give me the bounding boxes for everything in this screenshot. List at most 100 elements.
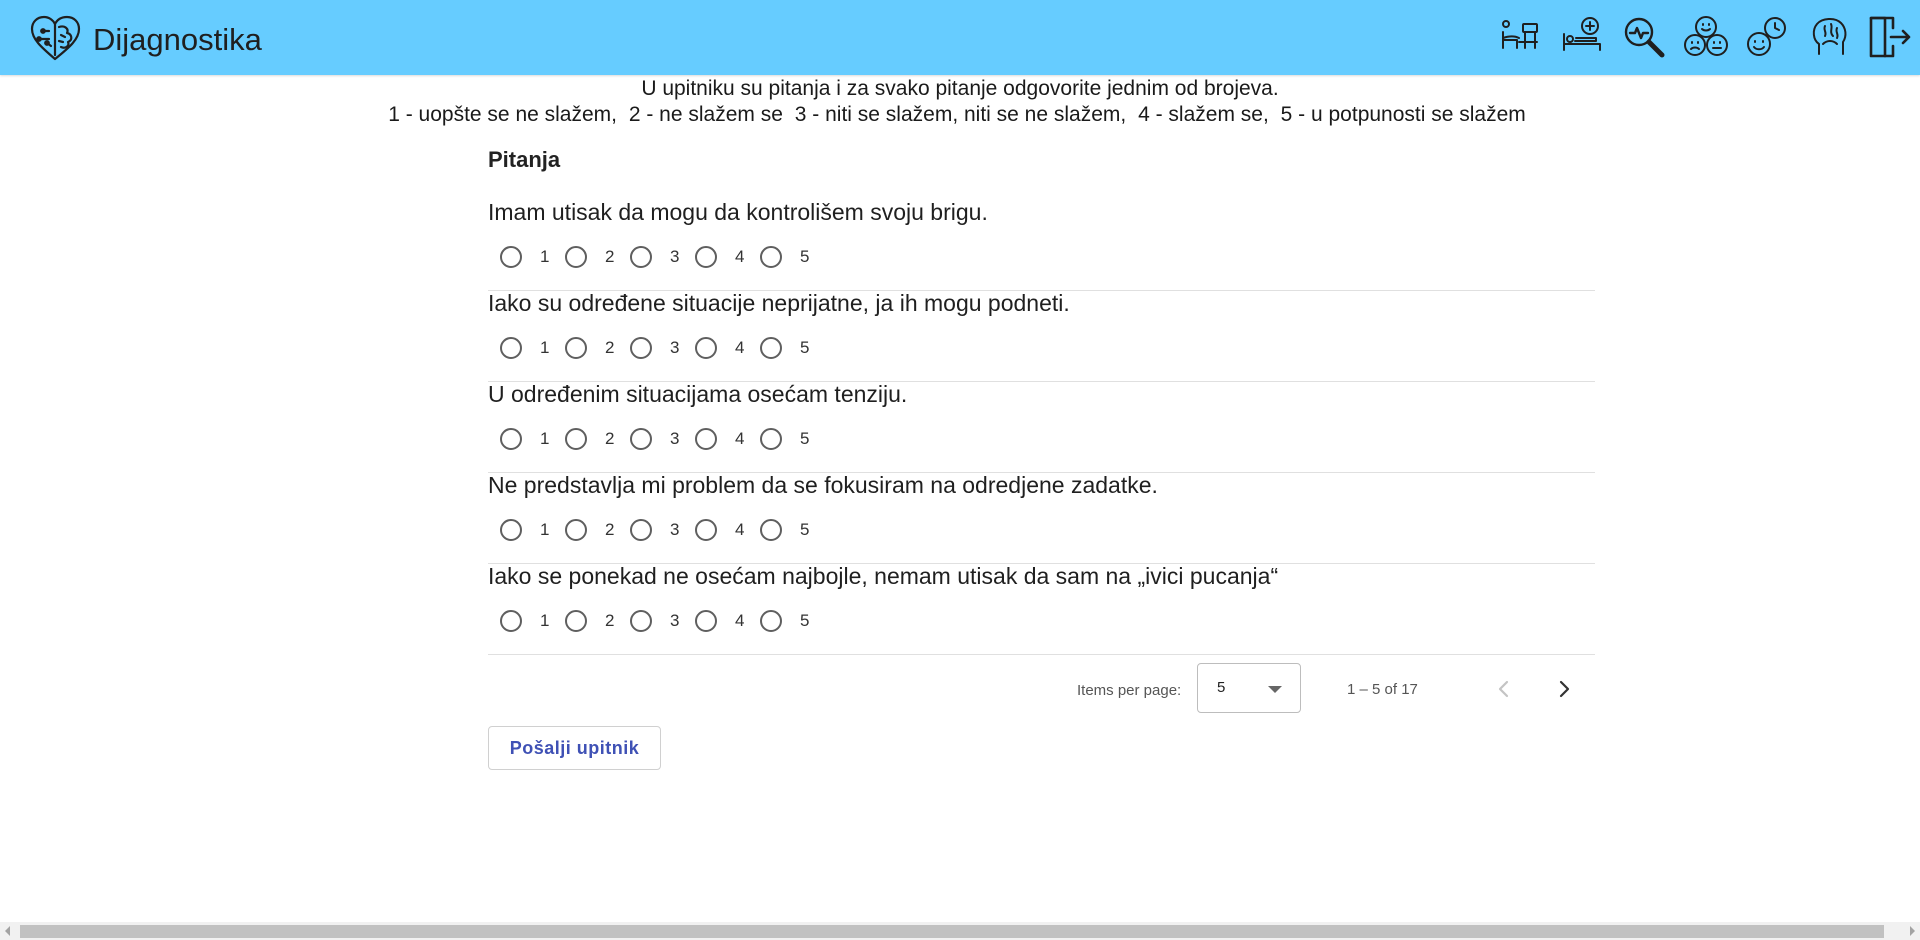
previous-page-button[interactable] [1486,671,1522,707]
scale-item-3: 3 - niti se slažem, niti se ne slažem, [794,103,1127,126]
answer-option-5[interactable]: 5 [760,517,820,547]
radio-button[interactable] [695,519,717,541]
radio-button[interactable] [695,610,717,632]
option-label: 4 [735,247,745,266]
radio-button[interactable] [760,246,782,268]
radio-button[interactable] [695,337,717,359]
scroll-left-icon[interactable] [5,926,10,936]
instructions: U upitniku su pitanja i za svako pitanje… [0,76,1920,128]
answer-option-1[interactable]: 1 [500,335,560,365]
scroll-right-icon[interactable] [1910,926,1915,936]
question-item: U određenim situacijama osećam tenziju. 1… [488,381,1595,473]
radio-button[interactable] [500,337,522,359]
answer-option-3[interactable]: 3 [630,244,690,274]
radio-button[interactable] [565,519,587,541]
answer-option-3[interactable]: 3 [630,335,690,365]
option-label: 4 [735,338,745,357]
scale-item-1: 1 - uopšte se ne slažem, [388,103,617,126]
answer-option-2[interactable]: 2 [565,517,625,547]
option-label: 5 [800,338,810,357]
radio-button[interactable] [500,519,522,541]
horizontal-scrollbar[interactable] [0,922,1920,940]
option-label: 4 [735,611,745,630]
radio-button[interactable] [760,337,782,359]
option-label: 1 [540,520,550,539]
answer-option-2[interactable]: 2 [565,426,625,456]
radio-button[interactable] [630,246,652,268]
scale-item-5: 5 - u potpunosti se slažem [1280,103,1526,126]
app-title: Dijagnostika [93,22,262,57]
rating-scale-legend: 1 - uopšte se ne slažem, 2 - ne slažem s… [0,102,1920,128]
radio-button[interactable] [630,519,652,541]
question-text: Imam utisak da mogu da kontrolišem svoju… [488,199,988,225]
radio-button[interactable] [565,428,587,450]
radio-button[interactable] [565,610,587,632]
option-label: 2 [605,247,615,266]
mood-history-icon[interactable] [1745,14,1791,60]
answer-option-2[interactable]: 2 [565,335,625,365]
radio-button[interactable] [500,246,522,268]
option-label: 5 [800,611,810,630]
option-label: 1 [540,429,550,448]
answer-option-1[interactable]: 1 [500,426,560,456]
answer-option-4[interactable]: 4 [695,426,755,456]
radio-button[interactable] [630,337,652,359]
radio-button[interactable] [565,246,587,268]
answer-option-5[interactable]: 5 [760,335,820,365]
answer-option-3[interactable]: 3 [630,608,690,638]
next-page-button[interactable] [1546,671,1582,707]
brain-heart-icon [29,15,82,62]
option-label: 1 [540,247,550,266]
answer-option-4[interactable]: 4 [695,335,755,365]
answer-option-1[interactable]: 1 [500,608,560,638]
radio-button[interactable] [760,610,782,632]
search-diagnosis-icon[interactable] [1621,14,1667,60]
option-label: 2 [605,338,615,357]
option-label: 5 [800,429,810,448]
option-label: 3 [670,247,680,266]
radio-button[interactable] [760,428,782,450]
radio-button[interactable] [500,428,522,450]
page-size-value: 5 [1217,679,1226,696]
question-item: Imam utisak da mogu da kontrolišem svoju… [488,199,1595,291]
logout-icon[interactable] [1867,14,1913,60]
radio-button[interactable] [500,610,522,632]
radio-button[interactable] [760,519,782,541]
answer-option-5[interactable]: 5 [760,244,820,274]
dropdown-arrow-icon [1268,686,1282,693]
page-range-label: 1 – 5 of 17 [1347,681,1418,698]
page-size-select[interactable]: 5 [1197,663,1301,713]
answer-option-1[interactable]: 1 [500,244,560,274]
therapy-couch-icon[interactable] [1497,14,1543,60]
emotions-faces-icon[interactable] [1683,14,1729,60]
option-label: 2 [605,520,615,539]
radio-button[interactable] [565,337,587,359]
answer-option-4[interactable]: 4 [695,244,755,274]
chevron-left-icon [1498,680,1509,698]
answer-option-3[interactable]: 3 [630,517,690,547]
option-label: 4 [735,520,745,539]
top-bar: Dijagnostika [0,0,1920,75]
scrollbar-thumb[interactable] [20,925,1884,938]
question-text: Ne predstavlja mi problem da se fokusira… [488,472,1158,498]
option-label: 3 [670,338,680,357]
radio-button[interactable] [695,246,717,268]
option-label: 5 [800,520,810,539]
question-text: U određenim situacijama osećam tenziju. [488,381,908,407]
radio-button[interactable] [630,428,652,450]
answer-option-5[interactable]: 5 [760,426,820,456]
brain-hand-icon[interactable] [1807,14,1853,60]
radio-button[interactable] [695,428,717,450]
radio-button[interactable] [630,610,652,632]
add-patient-bed-icon[interactable] [1560,14,1606,60]
answer-option-2[interactable]: 2 [565,608,625,638]
option-label: 1 [540,611,550,630]
answer-option-4[interactable]: 4 [695,608,755,638]
section-title: Pitanja [488,147,561,172]
answer-option-4[interactable]: 4 [695,517,755,547]
answer-option-3[interactable]: 3 [630,426,690,456]
answer-option-2[interactable]: 2 [565,244,625,274]
answer-option-1[interactable]: 1 [500,517,560,547]
submit-questionnaire-button[interactable]: Pošalji upitnik [488,726,661,770]
answer-option-5[interactable]: 5 [760,608,820,638]
